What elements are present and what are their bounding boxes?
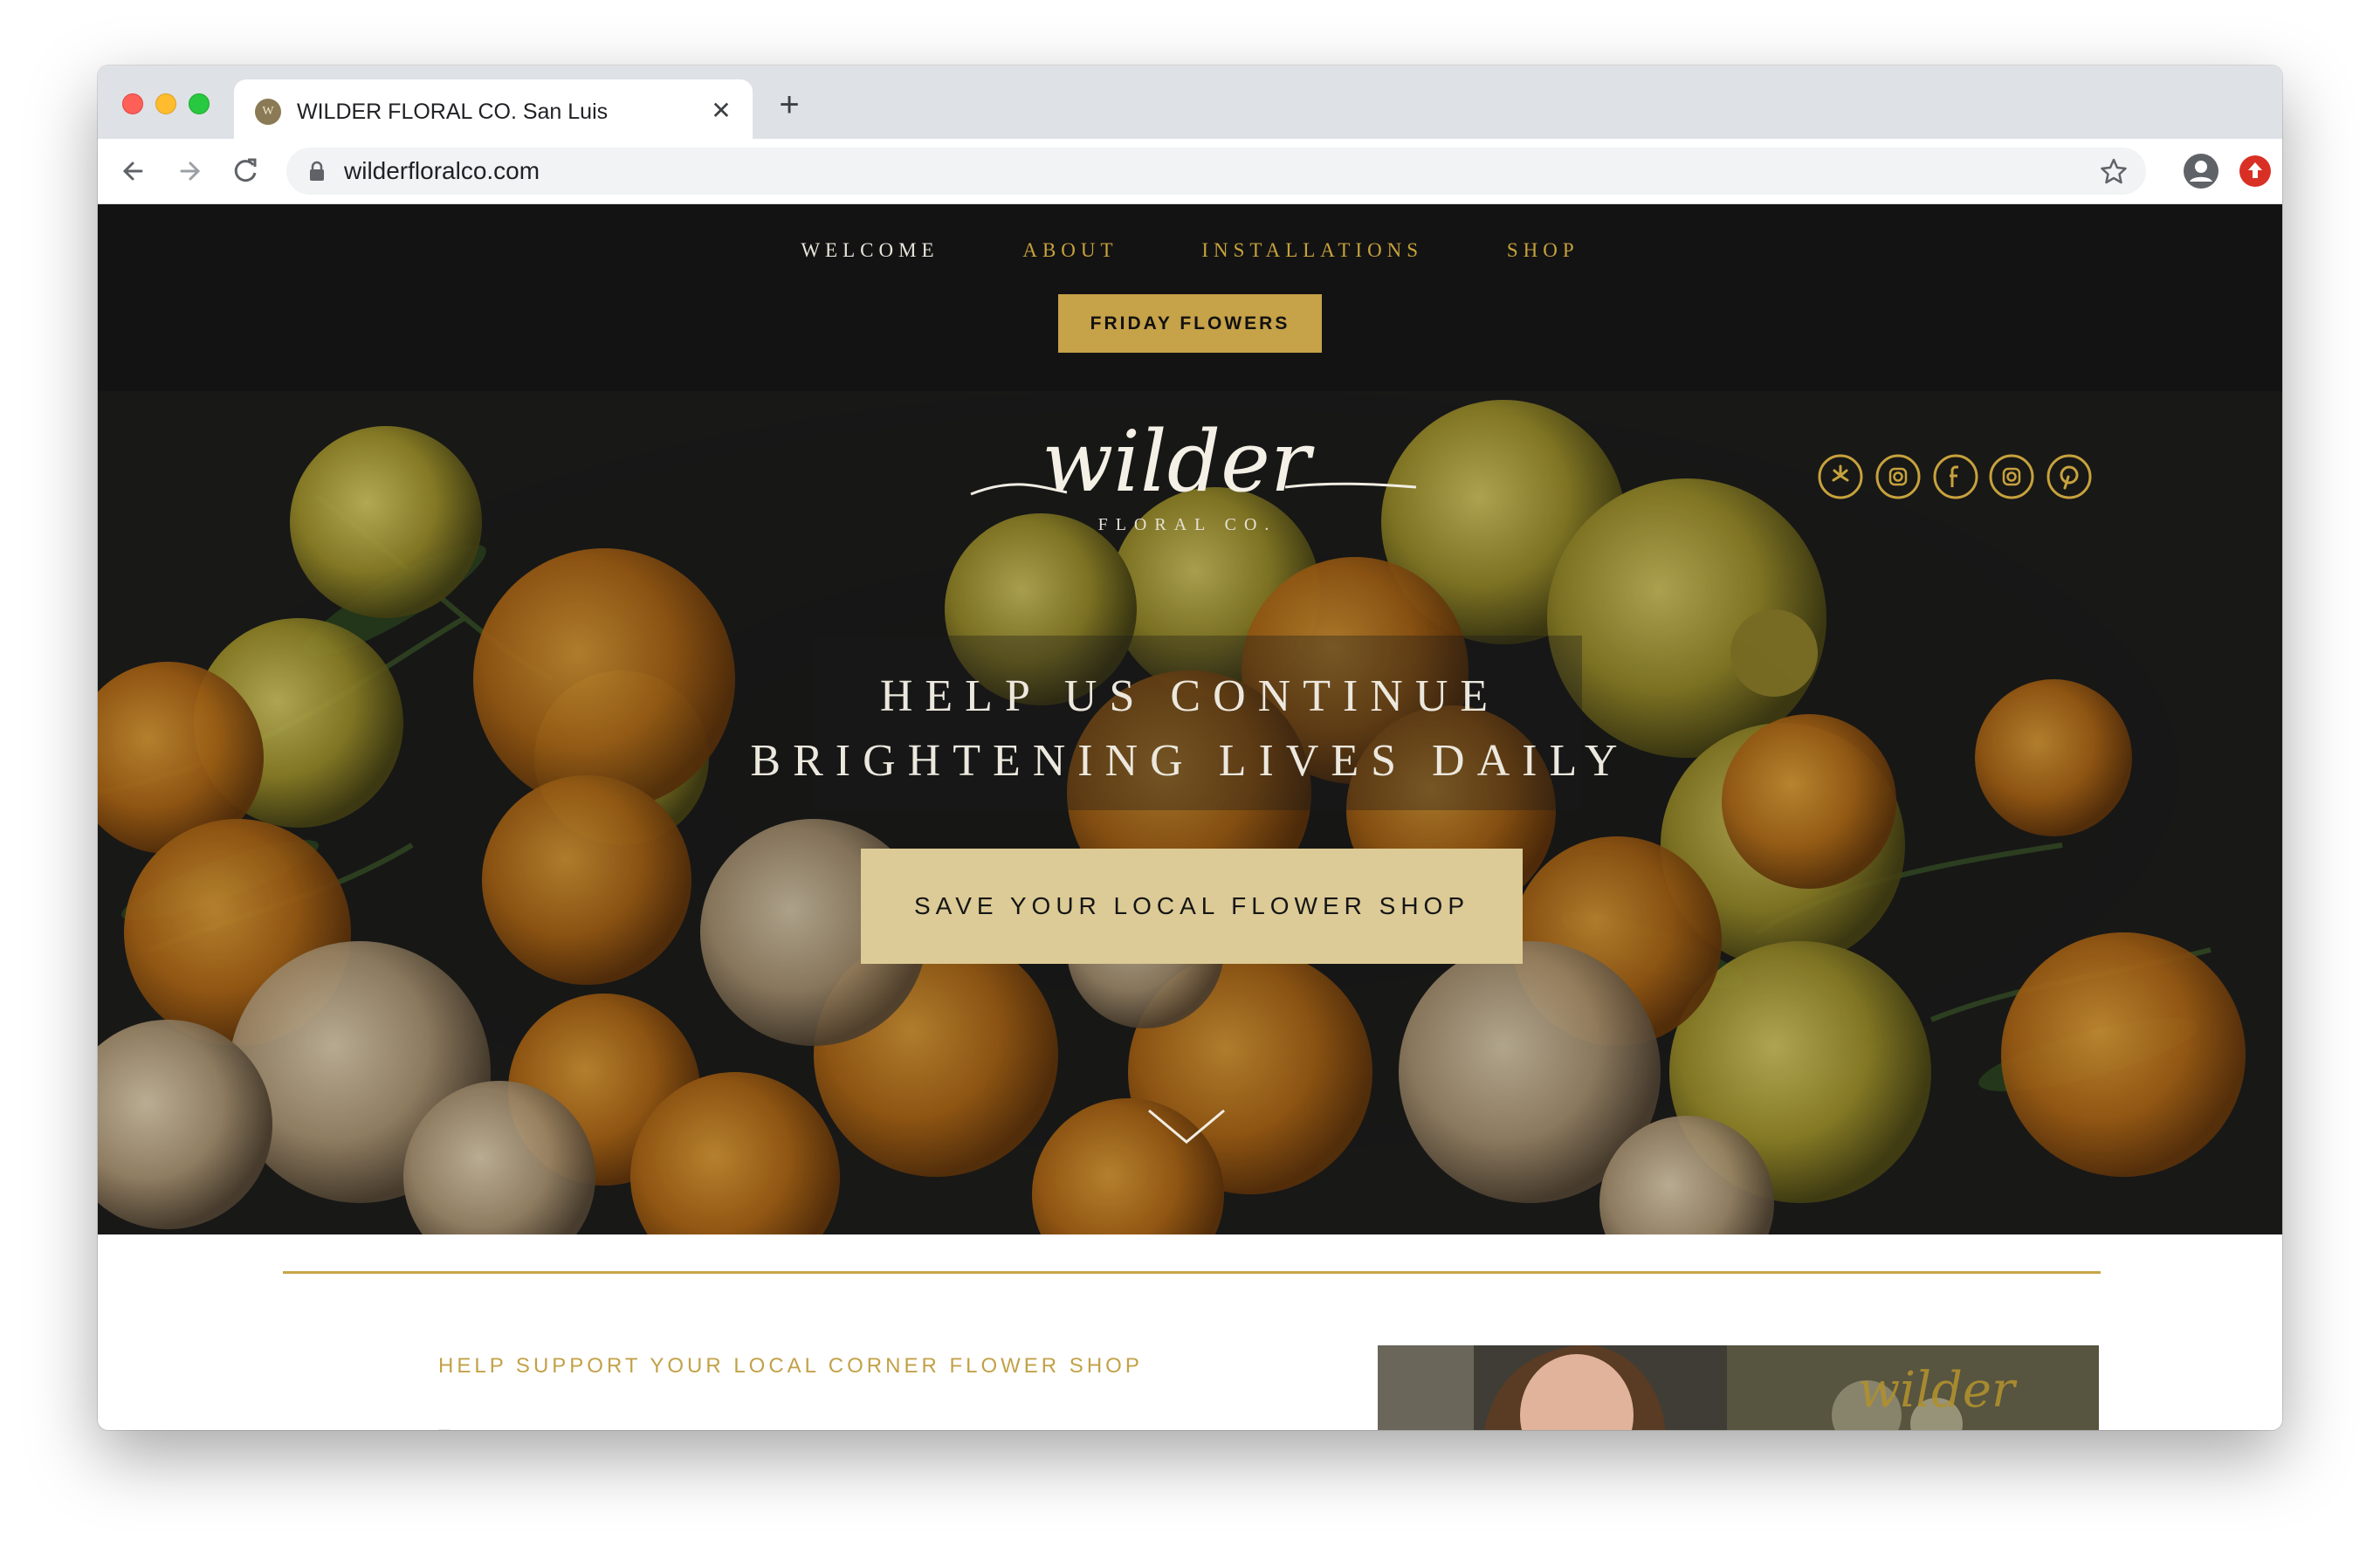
instagram-icon[interactable]	[1989, 454, 2034, 499]
instagram-icon[interactable]	[1875, 454, 1921, 499]
lock-icon	[310, 161, 324, 181]
maximize-window-button[interactable]	[189, 93, 210, 114]
hero-line-1: HELP US CONTINUE	[879, 671, 1501, 721]
divider	[283, 1271, 2101, 1274]
reload-icon[interactable]	[225, 151, 265, 191]
friday-flowers-button[interactable]: FRIDAY FLOWERS	[1058, 294, 1322, 353]
browser-toolbar: wilderfloralco.com	[98, 139, 2282, 204]
photo-logo-text: wilder	[1858, 1362, 2018, 1419]
save-flower-shop-button[interactable]: SAVE YOUR LOCAL FLOWER SHOP	[861, 849, 1523, 964]
facebook-icon[interactable]	[1933, 454, 1978, 499]
browser-tab[interactable]: W WILDER FLORAL CO. San Luis ✕	[234, 79, 753, 139]
extension-icon[interactable]	[2239, 155, 2272, 188]
content-section: HELP SUPPORT YOUR LOCAL CORNER FLOWER SH…	[98, 1234, 2282, 1430]
favicon-icon: W	[255, 99, 281, 125]
url-text: wilderfloralco.com	[344, 157, 540, 184]
dash-divider: –	[438, 1418, 451, 1430]
address-bar[interactable]: wilderfloralco.com	[286, 148, 2146, 195]
nav-welcome[interactable]: WELCOME	[801, 239, 939, 262]
new-tab-icon[interactable]: +	[772, 87, 807, 123]
minimize-window-button[interactable]	[155, 93, 176, 114]
site-nav: WELCOME ABOUT INSTALLATIONS SHOP	[98, 239, 2282, 262]
browser-window: W WILDER FLORAL CO. San Luis ✕ + wilderf…	[98, 65, 2282, 1430]
star-icon[interactable]	[2097, 155, 2130, 188]
hero-section: wilder FLORAL CO. HELP US CONTINUE BRIGH…	[98, 391, 2282, 1234]
back-icon[interactable]	[113, 151, 154, 191]
nav-installations[interactable]: INSTALLATIONS	[1201, 239, 1423, 262]
pinterest-icon[interactable]	[2046, 454, 2092, 499]
logo-subtitle: FLORAL CO.	[1097, 515, 1277, 534]
forward-icon[interactable]	[169, 151, 210, 191]
tab-title: WILDER FLORAL CO. San Luis	[297, 100, 609, 124]
yelp-icon[interactable]	[1818, 454, 1863, 499]
owner-photo: wilder	[1378, 1345, 2099, 1430]
close-window-button[interactable]	[122, 93, 143, 114]
logo-script-text: wilder	[1042, 413, 1315, 511]
site-header: WELCOME ABOUT INSTALLATIONS SHOP FRIDAY …	[98, 204, 2282, 391]
hero-headline: HELP US CONTINUE BRIGHTENING LIVES DAILY	[98, 664, 2282, 794]
chevron-down-icon[interactable]	[1145, 1105, 1228, 1147]
profile-icon[interactable]	[2183, 153, 2219, 189]
close-icon[interactable]: ✕	[705, 95, 737, 127]
hero-line-2: BRIGHTENING LIVES DAILY	[750, 736, 1630, 786]
section-heading: HELP SUPPORT YOUR LOCAL CORNER FLOWER SH…	[438, 1354, 1143, 1378]
tab-bar: W WILDER FLORAL CO. San Luis ✕ +	[98, 65, 2282, 139]
nav-shop[interactable]: SHOP	[1507, 239, 1579, 262]
nav-about[interactable]: ABOUT	[1022, 239, 1118, 262]
